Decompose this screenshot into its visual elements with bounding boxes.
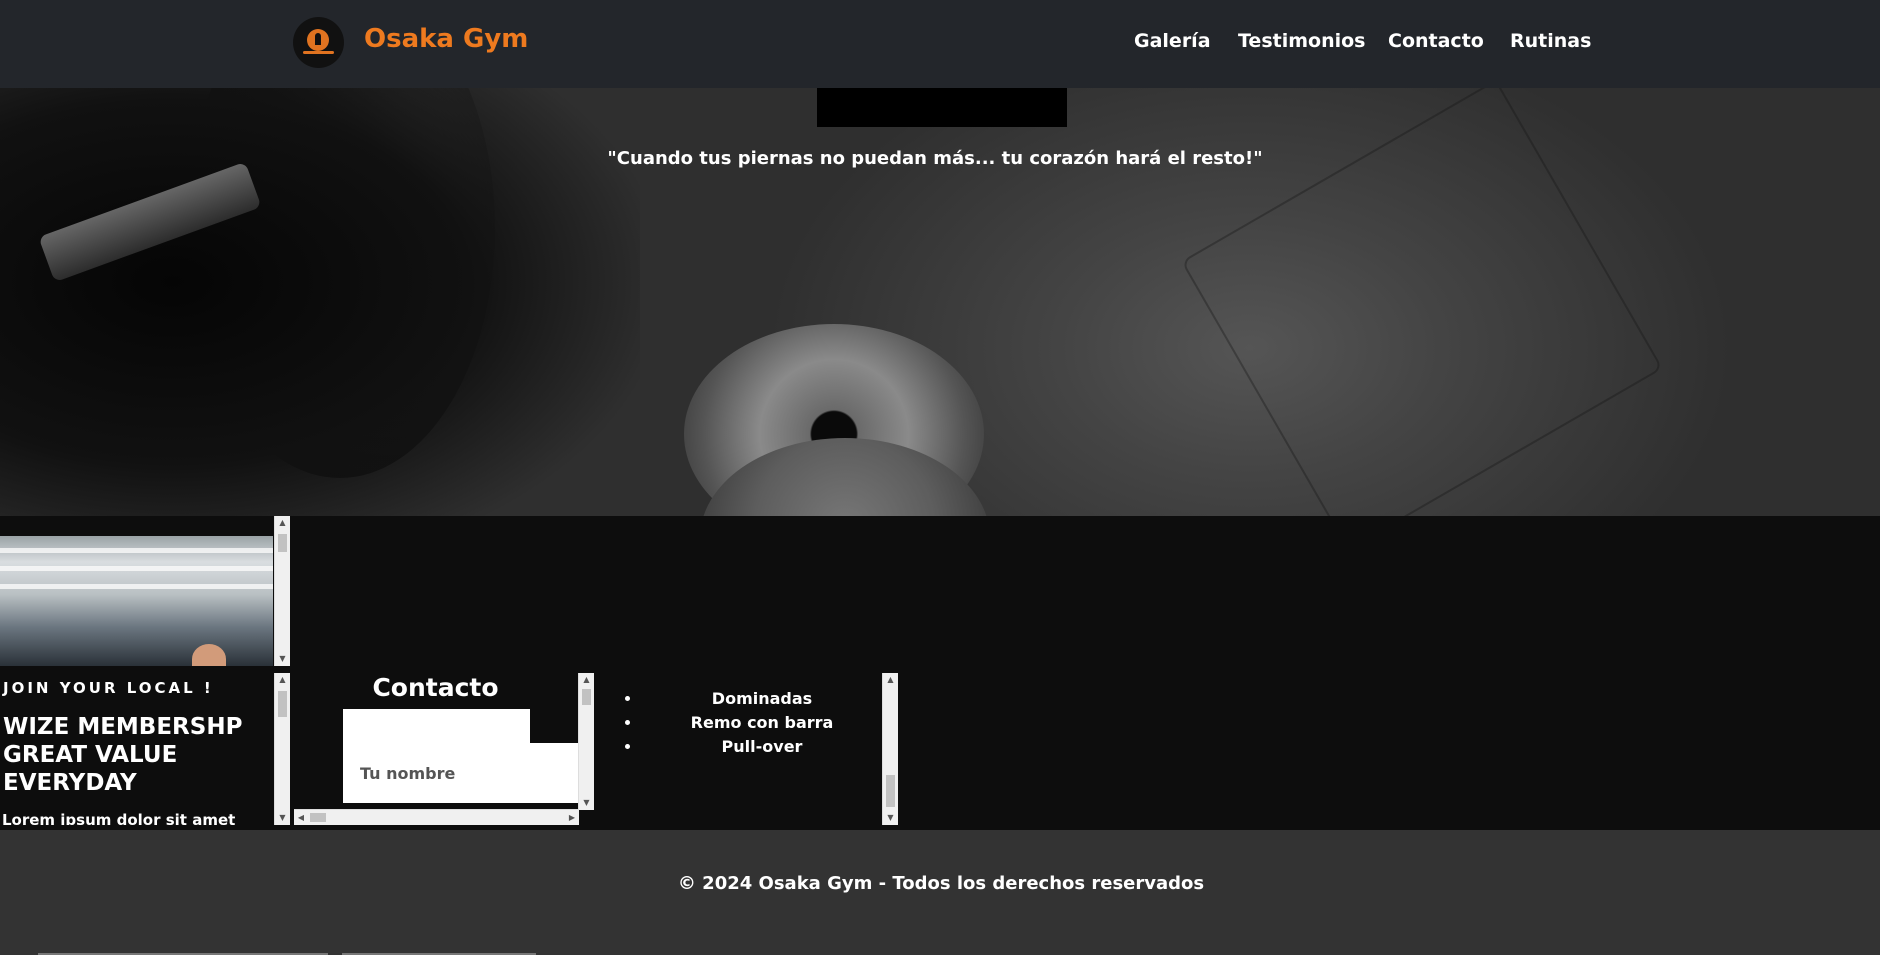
nav-link-testimonios[interactable]: Testimonios [1238, 30, 1365, 52]
footer-copyright: © 2024 Osaka Gym - Todos los derechos re… [677, 873, 1205, 894]
page-scrollbar[interactable] [1880, 0, 1896, 955]
exercise-list: Dominadas Remo con barra Pull-over [626, 687, 882, 759]
gym-photo-scrollbar[interactable]: ▲ ▼ [274, 516, 290, 666]
exercise-item: Remo con barra [642, 711, 882, 735]
gym-interior-photo [0, 536, 273, 666]
hero-quote: "Cuando tus piernas no puedan más... tu … [607, 148, 1263, 169]
gym-photo-pane[interactable]: ▲ ▼ [0, 516, 290, 666]
footer: © 2024 Osaka Gym - Todos los derechos re… [0, 830, 1896, 955]
join-eyebrow: JOIN YOUR LOCAL ! [3, 679, 214, 697]
exercise-item: Pull-over [642, 735, 882, 759]
contact-title: Contacto [372, 673, 499, 702]
name-input[interactable] [343, 743, 594, 803]
gym-logo-icon[interactable] [293, 17, 344, 68]
hero-banner: "Cuando tus piernas no puedan más... tu … [0, 88, 1896, 516]
join-scrollbar[interactable]: ▲ ▼ [274, 673, 290, 825]
nav-link-contacto[interactable]: Contacto [1388, 30, 1484, 52]
exercise-item: Dominadas [642, 687, 882, 711]
routine-pane[interactable]: Dominadas Remo con barra Pull-over ▲ ▼ [598, 673, 898, 825]
join-headline: WIZE MEMBERSHP GREAT VALUE EVERYDAY [3, 714, 243, 796]
contact-vertical-scrollbar[interactable]: ▲ ▼ [578, 673, 594, 810]
hero-black-block [817, 88, 1067, 127]
brand-name[interactable]: Osaka Gym [364, 24, 528, 54]
contact-horizontal-scrollbar[interactable]: ◀ ▶ [294, 809, 579, 825]
contact-pane[interactable]: Contacto ▲ ▼ ◀ ▶ [294, 673, 594, 825]
nav-link-rutinas[interactable]: Rutinas [1510, 30, 1591, 52]
join-body-text: Lorem ipsum dolor sit amet [2, 811, 236, 825]
nav-link-galeria[interactable]: Galería [1134, 30, 1211, 52]
join-pane[interactable]: JOIN YOUR LOCAL ! WIZE MEMBERSHP GREAT V… [0, 673, 290, 825]
routine-scrollbar[interactable]: ▲ ▼ [882, 673, 898, 825]
top-navbar: Osaka Gym Galería Testimonios Contacto R… [0, 0, 1896, 88]
